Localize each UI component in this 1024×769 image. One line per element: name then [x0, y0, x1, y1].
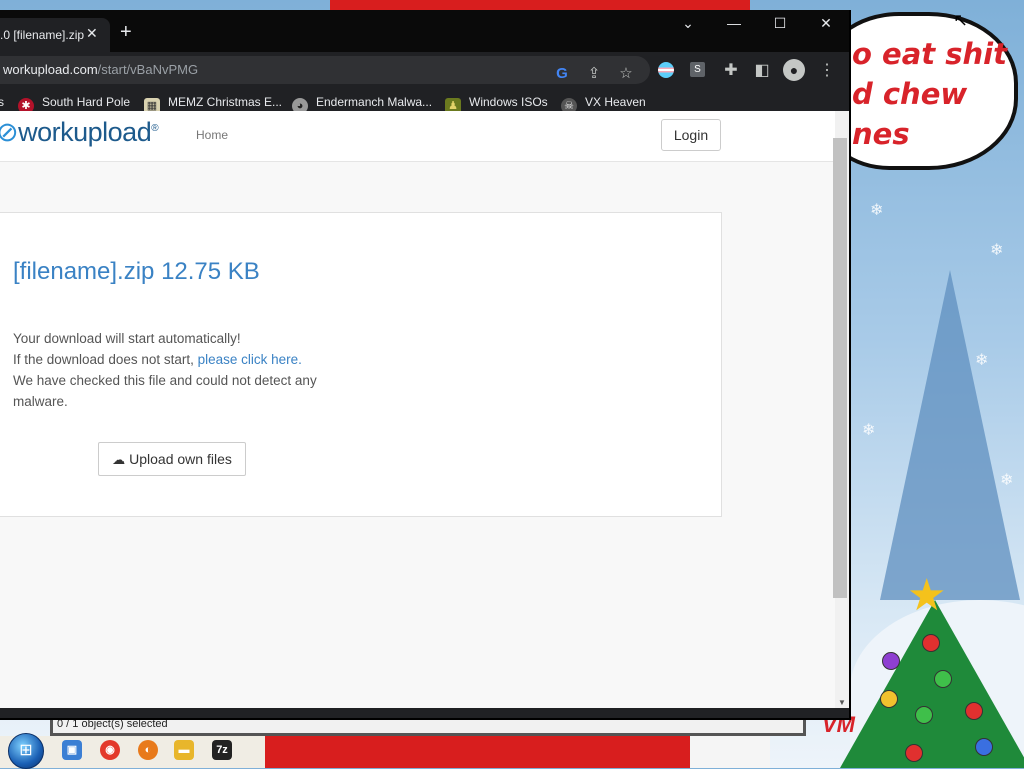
browser-toolbar: workupload.com/start/vBaNvPMG G ⇪ ☆ S ✚ …: [0, 52, 849, 88]
profile-avatar-icon[interactable]: ●: [783, 59, 805, 81]
minimize-button[interactable]: —: [719, 15, 749, 31]
speech-bubble-text: o eat shit d chew nes: [852, 37, 1007, 151]
close-window-button[interactable]: ✕: [811, 15, 841, 32]
star-icon: ★: [907, 571, 947, 620]
chrome-icon[interactable]: ◉: [100, 740, 120, 760]
bookmark-label: MEMZ Christmas E...: [168, 95, 283, 109]
workupload-logo[interactable]: ⊘workupload®: [0, 117, 159, 148]
share-icon[interactable]: ⇪: [584, 60, 604, 88]
show-desktop-icon[interactable]: ▣: [62, 740, 82, 760]
download-card: [filename].zip 12.75 KB Your download wi…: [0, 212, 722, 517]
tab-title: .0 [filename].zip: [0, 28, 85, 42]
upload-button-label: Upload own files: [129, 451, 232, 467]
santa-hat-edge: [330, 0, 750, 10]
bookmark-star-icon[interactable]: ☆: [616, 60, 636, 88]
snowflake-icon: ❄: [870, 202, 884, 219]
tab-strip: .0 [filename].zip ✕ + ⌄ — ☐ ✕: [0, 10, 849, 52]
url-text: workupload.com/start/vBaNvPMG: [3, 56, 198, 84]
auto-download-message: Your download will start automatically!: [13, 331, 241, 346]
bookmark-label: Windows ISOs: [469, 95, 548, 109]
christmas-tree: [840, 600, 1024, 768]
side-panel-icon[interactable]: ◧: [751, 60, 773, 80]
ornament: [880, 690, 898, 708]
page-scrollbar-thumb[interactable]: [833, 138, 847, 598]
kebab-menu-icon[interactable]: ⋮: [816, 60, 838, 80]
bookmark-label: VX Heaven: [585, 95, 646, 109]
close-tab-icon[interactable]: ✕: [86, 25, 98, 42]
site-header: ⊘workupload® Home Login: [0, 111, 835, 162]
url-path: /start/vBaNvPMG: [97, 62, 199, 77]
s-extension-icon[interactable]: S: [690, 62, 705, 77]
new-tab-button[interactable]: +: [120, 22, 132, 42]
ornament: [905, 744, 923, 762]
file-explorer-icon[interactable]: ▬: [174, 740, 194, 760]
bookmark-overflow[interactable]: s: [0, 95, 4, 109]
snowflake-icon: ❄: [990, 242, 1004, 259]
wallpaper-panel: [690, 736, 770, 768]
maximize-button[interactable]: ☐: [765, 15, 795, 32]
file-title: [filename].zip 12.75 KB: [13, 258, 260, 285]
scroll-down-arrow-icon[interactable]: ▼: [835, 698, 849, 707]
tab-active[interactable]: .0 [filename].zip ✕: [0, 18, 110, 52]
ornament: [915, 706, 933, 724]
url-host: workupload.com: [3, 62, 98, 77]
ornament: [934, 670, 952, 688]
extensions-puzzle-icon[interactable]: ✚: [720, 60, 742, 80]
ornament: [975, 738, 993, 756]
ornament: [922, 634, 940, 652]
mouse-cursor-icon: ↖: [953, 10, 969, 30]
fallback-message: If the download does not start, please c…: [13, 349, 302, 370]
nav-home-link[interactable]: Home: [196, 128, 228, 142]
bookmark-label: Endermanch Malwa...: [316, 95, 433, 109]
logo-swirl-icon: ⊘: [0, 117, 19, 147]
malware-check-message: We have checked this file and could not …: [13, 373, 317, 409]
snowflake-icon: ❄: [862, 422, 876, 439]
trans-flag-extension-icon[interactable]: [658, 62, 674, 78]
upload-files-button[interactable]: ☁ Upload own files: [98, 442, 246, 476]
login-button[interactable]: Login: [661, 119, 721, 151]
address-bar[interactable]: workupload.com/start/vBaNvPMG G ⇪ ☆: [0, 56, 650, 84]
cloud-upload-icon: ☁: [112, 452, 126, 467]
web-page: ⊘workupload® Home Login [filename].zip 1…: [0, 111, 835, 708]
7zip-icon[interactable]: 7z: [212, 740, 232, 760]
ornament: [882, 652, 900, 670]
tab-search-icon[interactable]: ⌄: [673, 15, 703, 32]
start-button[interactable]: ⊞: [8, 733, 44, 769]
google-lens-icon[interactable]: G: [552, 60, 572, 88]
click-here-link[interactable]: please click here.: [198, 352, 302, 367]
fallback-prefix: If the download does not start,: [13, 352, 198, 367]
bookmark-label: South Hard Pole: [42, 95, 131, 109]
firefox-icon[interactable]: ◐: [138, 740, 158, 760]
background-tree: [880, 270, 1020, 600]
ornament: [965, 702, 983, 720]
santa-coat: [265, 736, 695, 768]
